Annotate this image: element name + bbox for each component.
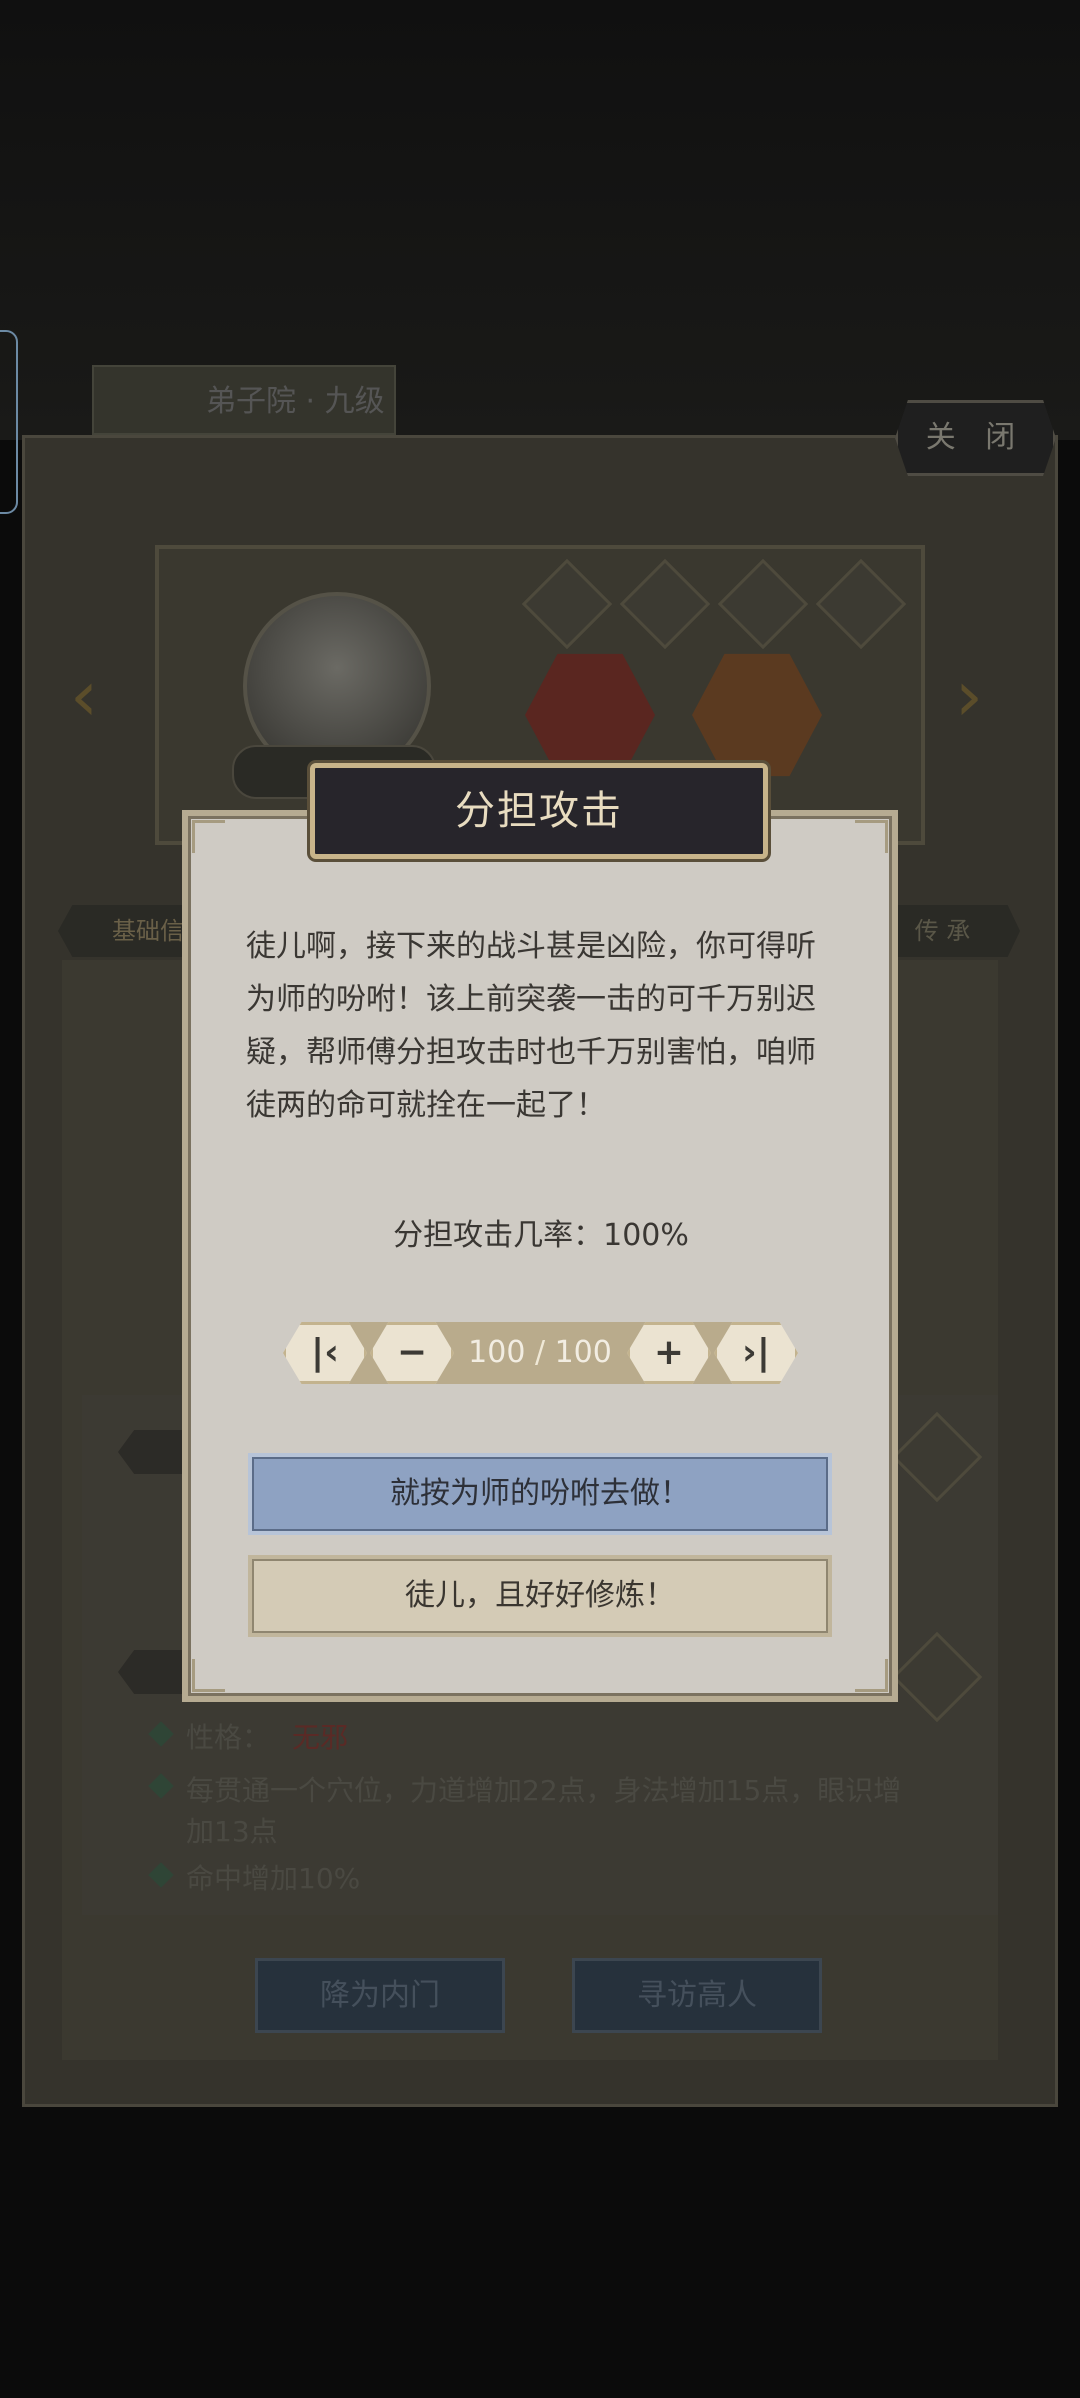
stepper-current: 100 [468, 1335, 526, 1370]
confirm-button[interactable]: 就按为师的吩咐去做！ [248, 1453, 832, 1535]
cancel-button[interactable]: 徒儿，且好好修炼！ [248, 1555, 832, 1637]
corner-ornament [192, 820, 225, 853]
dialog-title: 分担攻击 [310, 763, 768, 859]
stepper-separator: / [525, 1335, 555, 1370]
corner-ornament [192, 1659, 225, 1692]
dialog-message: 徒儿啊，接下来的战斗甚是凶险，你可得听为师的吩咐！该上前突袭一击的可千万别迟疑，… [246, 929, 816, 1123]
share-rate-text: 分担攻击几率：100% [393, 1218, 689, 1253]
stepper-max: 100 [554, 1335, 612, 1370]
corner-ornament [855, 820, 888, 853]
corner-ornament [855, 1659, 888, 1692]
